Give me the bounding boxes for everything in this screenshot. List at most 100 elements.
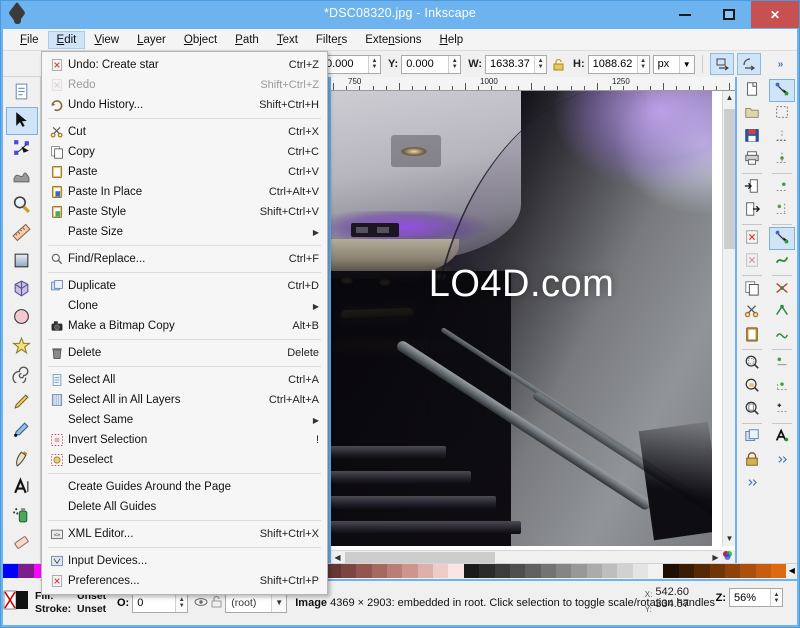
tool-3dbox[interactable] bbox=[6, 277, 38, 304]
menu-item-clone[interactable]: Clone ▶ bbox=[42, 296, 327, 316]
h-stepper[interactable]: ▲ ▼ bbox=[636, 55, 649, 73]
tool-new-document[interactable] bbox=[6, 79, 38, 106]
menu-item-undo-create-star[interactable]: Undo: Create star Ctrl+Z bbox=[42, 55, 327, 75]
palette-swatch[interactable] bbox=[417, 564, 434, 578]
menu-item-find-replace[interactable]: Find/Replace... Ctrl+F bbox=[42, 249, 327, 269]
menu-item-delete-all-guides[interactable]: Delete All Guides bbox=[42, 497, 327, 517]
y-field[interactable]: ▲▼ bbox=[401, 54, 462, 74]
tool-tweak[interactable] bbox=[6, 164, 38, 191]
palette-swatch[interactable] bbox=[617, 564, 633, 578]
menu-item-paste-size[interactable]: Paste Size ▶ bbox=[42, 222, 327, 242]
menu-item-deselect[interactable]: Deselect bbox=[42, 450, 327, 470]
x-input[interactable] bbox=[322, 55, 368, 73]
snap-smooth-nodes[interactable] bbox=[769, 324, 795, 347]
menu-item-paste-style[interactable]: Paste Style Shift+Ctrl+V bbox=[42, 202, 327, 222]
tool-selector[interactable] bbox=[5, 107, 38, 135]
palette-swatch[interactable] bbox=[448, 564, 464, 578]
w-input[interactable] bbox=[486, 55, 535, 73]
scroll-down-icon[interactable]: ▼ bbox=[723, 532, 736, 546]
palette-swatch[interactable] bbox=[571, 564, 587, 578]
menu-item-make-a-bitmap-copy[interactable]: Make a Bitmap Copy Alt+B bbox=[42, 316, 327, 336]
menu-text[interactable]: Text bbox=[268, 31, 307, 49]
palette-swatch[interactable] bbox=[463, 564, 480, 578]
lock-ratio-icon[interactable] bbox=[550, 55, 566, 73]
snap-paths[interactable] bbox=[769, 250, 795, 273]
scroll-up-icon[interactable]: ▲ bbox=[723, 91, 736, 105]
palette-swatch[interactable] bbox=[586, 564, 603, 578]
menu-item-paste-in-place[interactable]: Paste In Place Ctrl+Alt+V bbox=[42, 182, 327, 202]
canvas-area[interactable]: 750 1000 1250 LO4D.com ▲ ▼ ◀ ▶ bbox=[331, 77, 735, 563]
palette-swatch[interactable] bbox=[755, 564, 771, 578]
close-button[interactable]: ✕ bbox=[751, 1, 799, 28]
menu-item-invert-selection[interactable]: Invert Selection! bbox=[42, 430, 327, 450]
maximize-button[interactable] bbox=[707, 1, 751, 28]
snap-bbox[interactable] bbox=[769, 102, 795, 125]
menu-item-preferences[interactable]: Preferences... Shift+Ctrl+P bbox=[42, 571, 327, 591]
palette-swatch[interactable] bbox=[694, 564, 710, 578]
palette-swatch[interactable] bbox=[509, 564, 526, 578]
dock-import[interactable] bbox=[739, 176, 765, 199]
palette-swatch[interactable] bbox=[479, 564, 495, 578]
palette-swatch[interactable] bbox=[525, 564, 541, 578]
tool-calligraphy[interactable] bbox=[6, 446, 38, 473]
minimize-button[interactable] bbox=[663, 1, 707, 28]
horizontal-scroll-thumb[interactable] bbox=[345, 552, 495, 563]
dock-redo[interactable] bbox=[739, 250, 765, 273]
dock-paste[interactable] bbox=[739, 324, 765, 347]
dock-zoom-selection[interactable] bbox=[739, 352, 765, 375]
vertical-scroll-thumb[interactable] bbox=[724, 109, 735, 249]
eye-icon[interactable] bbox=[194, 596, 208, 611]
menu-item-select-same[interactable]: Select Same ▶ bbox=[42, 410, 327, 430]
dock-zoom-drawing[interactable] bbox=[739, 375, 765, 398]
menu-item-select-all-in-all-layers[interactable]: Select All in All Layers Ctrl+Alt+A bbox=[42, 390, 327, 410]
tool-spray[interactable] bbox=[6, 502, 38, 529]
fill-stroke-swatch[interactable] bbox=[3, 590, 31, 616]
y-stepper[interactable]: ▲ ▼ bbox=[448, 55, 461, 73]
dock-copy[interactable] bbox=[739, 278, 765, 301]
menu-file[interactable]: File bbox=[11, 31, 48, 49]
palette-swatch[interactable] bbox=[648, 564, 664, 578]
palette-swatch[interactable] bbox=[540, 564, 556, 578]
palette-swatch[interactable] bbox=[494, 564, 510, 578]
palette-swatch[interactable] bbox=[3, 564, 19, 578]
palette-swatch[interactable] bbox=[371, 564, 387, 578]
x-stepper[interactable]: ▲ ▼ bbox=[368, 55, 380, 73]
snap-bbox-edge[interactable] bbox=[769, 125, 795, 148]
lock-icon[interactable] bbox=[211, 595, 222, 611]
snap-nodes[interactable] bbox=[769, 227, 795, 250]
palette-swatch[interactable] bbox=[555, 564, 572, 578]
h-input[interactable] bbox=[588, 55, 637, 73]
stroke-value[interactable]: Unset bbox=[77, 603, 106, 616]
palette-scroll-button[interactable]: ◀ bbox=[786, 564, 798, 579]
opacity-control[interactable]: O: ▲▼ bbox=[117, 593, 189, 613]
menu-item-duplicate[interactable]: Duplicate Ctrl+D bbox=[42, 276, 327, 296]
palette-swatch[interactable] bbox=[770, 564, 787, 578]
affect-stroke-width-icon[interactable] bbox=[709, 53, 734, 75]
snap-text-baseline[interactable] bbox=[769, 426, 795, 449]
canvas-image[interactable]: LO4D.com bbox=[331, 91, 712, 546]
tool-text[interactable] bbox=[6, 474, 38, 501]
menu-item-redo[interactable]: Redo Shift+Ctrl+Z bbox=[42, 75, 327, 95]
snap-bbox-center[interactable] bbox=[769, 199, 795, 222]
dock-cut[interactable] bbox=[739, 301, 765, 324]
menu-item-create-guides-around-the-page[interactable]: Create Guides Around the Page bbox=[42, 477, 327, 497]
tool-zoom[interactable] bbox=[6, 192, 38, 219]
menu-item-copy[interactable]: Copy Ctrl+C bbox=[42, 142, 327, 162]
y-input[interactable] bbox=[402, 55, 449, 73]
snap-overflow[interactable] bbox=[769, 449, 795, 472]
toolbar-overflow-button[interactable]: » bbox=[778, 59, 784, 70]
layer-select[interactable]: (root) ▼ bbox=[225, 593, 288, 613]
zoom-control[interactable]: Z: ▲▼ bbox=[716, 588, 783, 607]
palette-swatch[interactable] bbox=[402, 564, 418, 578]
palette-swatch[interactable] bbox=[724, 564, 741, 578]
menu-item-paste[interactable]: Paste Ctrl+V bbox=[42, 162, 327, 182]
opacity-stepper[interactable]: ▲ ▼ bbox=[175, 594, 188, 612]
unit-select[interactable]: px ▼ bbox=[652, 54, 695, 74]
affect-rounded-corners-icon[interactable] bbox=[736, 53, 761, 75]
tool-ellipse[interactable] bbox=[6, 305, 38, 332]
dock-open[interactable] bbox=[739, 102, 765, 125]
snap-enable-all[interactable] bbox=[769, 79, 795, 102]
palette-swatch[interactable] bbox=[709, 564, 725, 578]
dock-print[interactable] bbox=[739, 148, 765, 171]
menu-item-cut[interactable]: Cut Ctrl+X bbox=[42, 122, 327, 142]
